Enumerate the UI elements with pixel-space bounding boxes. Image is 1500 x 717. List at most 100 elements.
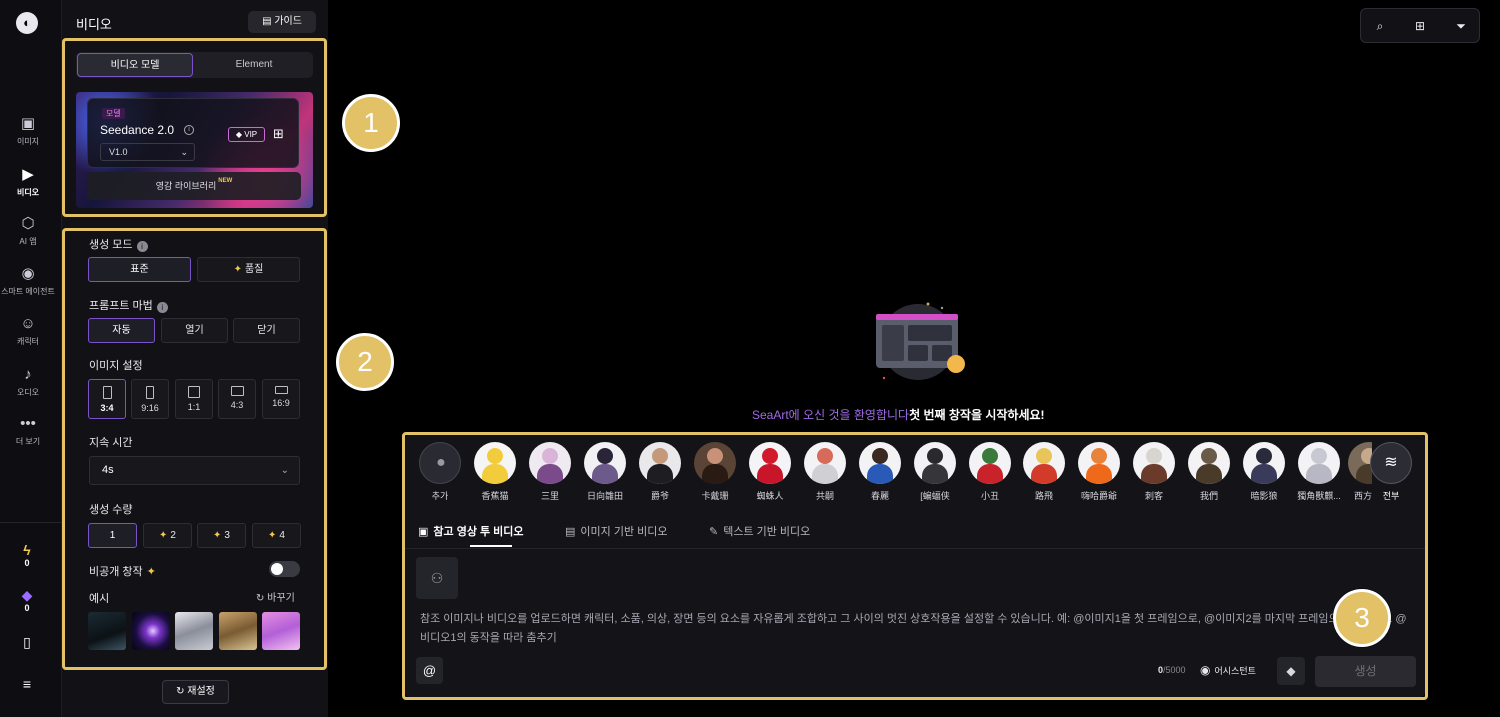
example-thumbnail[interactable] bbox=[175, 612, 213, 650]
duration-select[interactable]: 4s ⌄ bbox=[89, 456, 300, 485]
assistant-button[interactable]: ◉ 어시스턴트 bbox=[1200, 663, 1256, 677]
crystal-credit[interactable]: ◆ 0 bbox=[16, 587, 38, 613]
avatar-body bbox=[1031, 464, 1057, 484]
quantity-2[interactable]: ✦ 2 bbox=[143, 523, 192, 548]
character-item[interactable]: 香蕉猫 bbox=[472, 442, 518, 502]
avatar-head bbox=[597, 448, 613, 464]
layers-icon: ≋ bbox=[1370, 442, 1412, 484]
rail-item-ai-app[interactable]: ⬡ AI 앱 bbox=[0, 215, 56, 247]
gen-mode-quality[interactable]: ✦ 품질 bbox=[197, 257, 300, 282]
character-item[interactable]: [蝙蝠侠 bbox=[912, 442, 958, 502]
seaart-logo-icon[interactable]: ◐ bbox=[16, 12, 38, 34]
tab-element[interactable]: Element bbox=[196, 53, 312, 77]
model-card[interactable]: 모델 Seedance 2.0 i ◆ VIP ⊞ V1.0 ⌄ 영감 라이브러리… bbox=[76, 92, 313, 208]
rail-item-video[interactable]: ▶ 비디오 bbox=[0, 166, 56, 198]
panel-title: 비디오 bbox=[76, 17, 112, 32]
avatar bbox=[914, 442, 956, 484]
info-icon[interactable]: i bbox=[156, 302, 168, 313]
character-item[interactable]: 暗影狼 bbox=[1241, 442, 1287, 502]
avatar-body bbox=[1086, 464, 1112, 484]
quantity-1[interactable]: 1 bbox=[88, 523, 137, 548]
character-item[interactable]: 刺客 bbox=[1131, 442, 1177, 502]
guide-button[interactable]: ▤ 가이드 bbox=[248, 11, 316, 33]
prompt-magic-auto[interactable]: 자동 bbox=[88, 318, 155, 343]
rail-item-agent[interactable]: ◉ 스마트 에이전트 bbox=[0, 265, 56, 297]
info-icon[interactable]: i bbox=[136, 241, 148, 252]
info-icon[interactable]: i bbox=[184, 125, 194, 135]
rail-item-image[interactable]: ▣ 이미지 bbox=[0, 115, 56, 147]
diamond-icon: ◆ bbox=[235, 130, 245, 139]
mobile-icon[interactable]: ▯ bbox=[16, 634, 38, 651]
mention-button[interactable]: @ bbox=[416, 657, 443, 684]
add-character-button[interactable]: ● 추가 bbox=[417, 442, 463, 502]
quantity-3[interactable]: ✦ 3 bbox=[197, 523, 246, 548]
avatar-head bbox=[927, 448, 943, 464]
avatar-head bbox=[1091, 448, 1107, 464]
rail-item-audio[interactable]: ♪ 오디오 bbox=[0, 366, 56, 398]
vip-gem-button[interactable]: ◆ bbox=[1277, 657, 1305, 685]
character-item[interactable]: 小丑 bbox=[967, 442, 1013, 502]
model-info[interactable]: 모델 Seedance 2.0 i ◆ VIP ⊞ V1.0 ⌄ bbox=[87, 98, 299, 168]
example-thumbnail[interactable] bbox=[219, 612, 257, 650]
swap-button[interactable]: ↻ 바꾸기 bbox=[256, 589, 295, 604]
character-item[interactable]: 嗨哈爵爺 bbox=[1076, 442, 1122, 502]
annotation-badge: 1 bbox=[342, 94, 400, 152]
rail-item-character[interactable]: ☺ 캐릭터 bbox=[0, 315, 56, 347]
upload-reference-button[interactable]: ⚇ bbox=[416, 557, 458, 599]
prompt-magic-open[interactable]: 열기 bbox=[161, 318, 228, 343]
reset-button[interactable]: ↻ 재설정 bbox=[162, 680, 229, 704]
character-icon: ☺ bbox=[20, 315, 36, 332]
tab-image-to-video[interactable]: ▤ 이미지 기반 비디오 bbox=[565, 523, 667, 539]
character-item[interactable]: 三里 bbox=[527, 442, 573, 502]
tab-video-model[interactable]: 비디오 모델 bbox=[77, 53, 193, 77]
film-icon: ▤ bbox=[565, 526, 576, 538]
grid-view-icon[interactable]: ⊞ bbox=[1412, 18, 1428, 34]
refresh-icon: ↻ bbox=[176, 686, 188, 697]
model-switch-icon[interactable]: ⊞ bbox=[273, 127, 284, 141]
duration-label: 지속 시간 bbox=[89, 437, 133, 449]
filter-icon[interactable]: ⏷ bbox=[1453, 18, 1469, 34]
menu-icon[interactable]: ≡ bbox=[16, 676, 38, 692]
square-ratio-icon bbox=[188, 386, 200, 398]
prompt-magic-close[interactable]: 닫기 bbox=[233, 318, 300, 343]
search-icon[interactable]: ⌕ bbox=[1372, 18, 1388, 34]
inspiration-library-button[interactable]: 영감 라이브러리 NEW bbox=[87, 172, 301, 200]
edit-icon: ✎ bbox=[709, 526, 719, 538]
avatar-head bbox=[817, 448, 833, 464]
divider bbox=[405, 548, 1425, 549]
avatar bbox=[1298, 442, 1340, 484]
avatar-head bbox=[542, 448, 558, 464]
private-toggle[interactable] bbox=[269, 561, 300, 577]
portrait-ratio-icon bbox=[102, 386, 112, 399]
character-item[interactable]: 獨角獸麒... bbox=[1296, 442, 1342, 502]
quantity-label: 생성 수량 bbox=[89, 504, 133, 516]
tab-text-to-video[interactable]: ✎ 텍스트 기반 비디오 bbox=[709, 523, 810, 539]
example-thumbnail[interactable] bbox=[262, 612, 300, 650]
avatar-body bbox=[1196, 464, 1222, 484]
example-thumbnail[interactable] bbox=[132, 612, 170, 650]
lightning-credit[interactable]: ϟ0 bbox=[16, 542, 38, 568]
vip-star-icon: ✦ bbox=[146, 566, 156, 578]
generate-button[interactable]: 생성 bbox=[1315, 656, 1416, 687]
character-item[interactable]: 春麗 bbox=[857, 442, 903, 502]
welcome-message: SeaArt에 오신 것을 환영합니다첫 번째 창작을 시작하세요! bbox=[752, 408, 1045, 422]
character-item[interactable]: 共嗣 bbox=[802, 442, 848, 502]
character-item[interactable]: 爵爷 bbox=[637, 442, 683, 502]
private-label: 비공개 창작 ✦ bbox=[89, 566, 156, 578]
prompt-input[interactable]: 참조 이미지나 비디오를 업로드하면 캐릭터, 소품, 의상, 장면 등의 요소… bbox=[420, 610, 1415, 648]
character-item[interactable]: 我們 bbox=[1186, 442, 1232, 502]
character-item[interactable]: 日向雛田 bbox=[582, 442, 628, 502]
character-item[interactable]: 卡戴珊 bbox=[692, 442, 738, 502]
avatar-head bbox=[982, 448, 998, 464]
quantity-4[interactable]: ✦ 4 bbox=[252, 523, 301, 548]
character-item[interactable]: 路飛 bbox=[1021, 442, 1067, 502]
avatar bbox=[969, 442, 1011, 484]
all-characters-button[interactable]: ≋ 전부 bbox=[1368, 442, 1414, 502]
example-thumbnail[interactable] bbox=[88, 612, 126, 650]
tab-reference-to-video[interactable]: ▣ 참고 영상 투 비디오 bbox=[418, 523, 524, 539]
avatar-body bbox=[1251, 464, 1277, 484]
character-item[interactable]: 蜘蛛人 bbox=[747, 442, 793, 502]
top-toolbar: ⌕ ⊞ ⏷ bbox=[1360, 8, 1480, 43]
version-select[interactable]: V1.0 ⌄ bbox=[100, 143, 195, 161]
gen-mode-standard[interactable]: 표준 bbox=[88, 257, 191, 282]
